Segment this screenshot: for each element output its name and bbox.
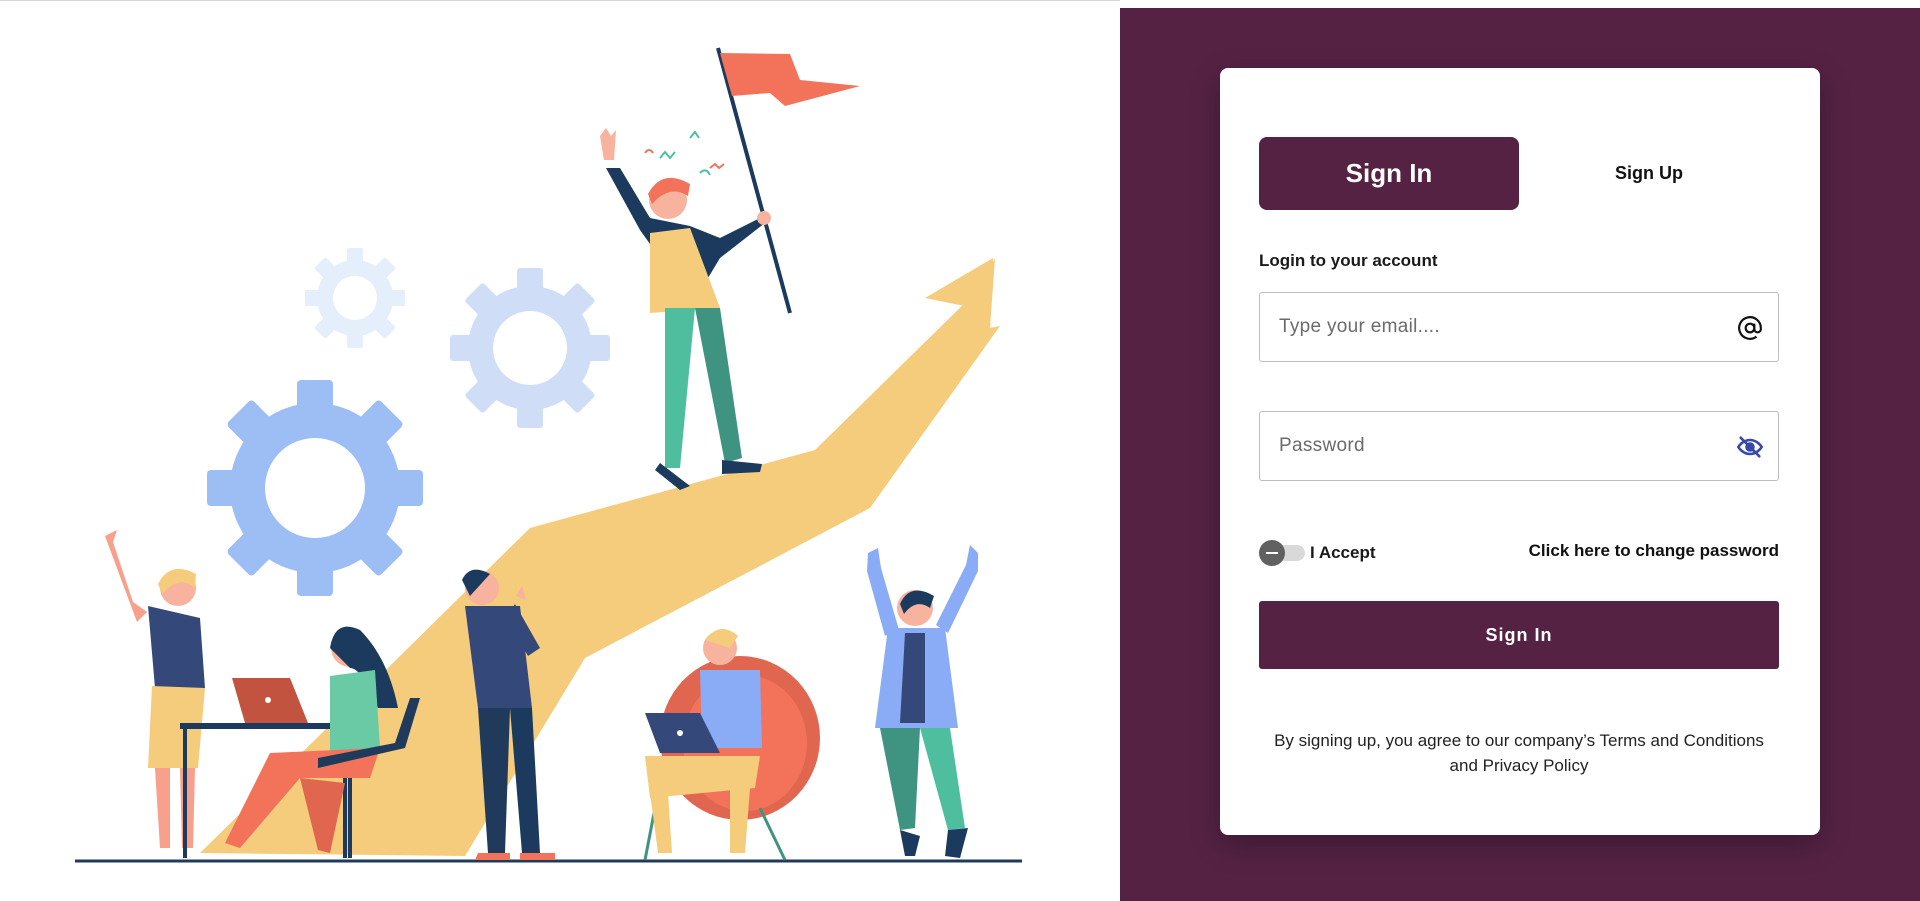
gear-icon-large xyxy=(207,380,423,596)
accept-toggle[interactable] xyxy=(1259,540,1305,566)
auth-panel: Sign In Sign Up Login to your account Ty… xyxy=(1120,8,1920,901)
jumping-man-person xyxy=(867,545,978,858)
flag-holder-person xyxy=(600,47,860,490)
privacy-link[interactable]: Privacy Policy xyxy=(1483,756,1589,775)
illustration-panel xyxy=(0,8,1120,901)
auth-tabs: Sign In Sign Up xyxy=(1259,137,1779,210)
terms-prefix: By signing up, you agree to our company’… xyxy=(1274,731,1596,750)
form-heading: Login to your account xyxy=(1259,251,1438,270)
eye-slash-icon[interactable] xyxy=(1736,433,1764,461)
password-field-container xyxy=(1259,411,1779,481)
accept-label: I Accept xyxy=(1310,543,1376,562)
tab-sign-in[interactable]: Sign In xyxy=(1259,137,1519,210)
terms-notice: By signing up, you agree to our company’… xyxy=(1259,728,1779,778)
email-field-container xyxy=(1259,292,1779,362)
minus-icon xyxy=(1259,540,1285,566)
password-input[interactable] xyxy=(1260,412,1778,480)
change-password-link[interactable]: Click here to change password xyxy=(1529,541,1779,561)
gear-icon-small xyxy=(305,248,405,348)
chair-man-person xyxy=(643,628,820,861)
accept-row: I Accept xyxy=(1259,538,1376,568)
sign-in-button[interactable]: Sign In xyxy=(1259,601,1779,669)
gear-icon-medium xyxy=(450,268,610,428)
email-input[interactable] xyxy=(1260,293,1778,361)
login-card: Sign In Sign Up Login to your account Ty… xyxy=(1220,68,1820,835)
top-divider xyxy=(0,0,1120,8)
terms-joiner: and xyxy=(1449,756,1478,775)
terms-link[interactable]: Terms and Conditions xyxy=(1600,731,1764,750)
team-growth-illustration xyxy=(75,47,1022,863)
tab-sign-up[interactable]: Sign Up xyxy=(1519,137,1779,210)
waving-woman-person xyxy=(105,530,205,848)
at-icon xyxy=(1736,314,1764,342)
